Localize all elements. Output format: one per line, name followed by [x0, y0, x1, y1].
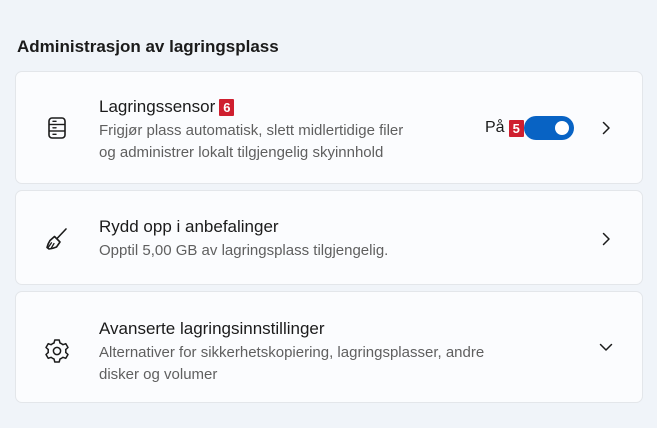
storage-sense-description-line-2: og administrer lokalt tilgjengelig skyin… [99, 144, 384, 161]
shortcut-badge: 6 [219, 98, 235, 116]
chevron-right-icon[interactable] [598, 231, 614, 247]
gear-icon [42, 336, 72, 366]
chevron-down-icon[interactable] [598, 339, 614, 355]
storage-sense-toggle[interactable] [523, 116, 574, 140]
storage-sense-row[interactable]: Lagringssensor 6 Frigjør plass automatis… [15, 71, 643, 184]
advanced-settings-description-line-1: Alternativer for sikkerhetskopiering, la… [99, 344, 485, 361]
storage-sense-description-line-1: Frigjør plass automatisk, slett midlerti… [99, 122, 404, 139]
storage-sense-title: Lagringssensor 6 [99, 96, 403, 118]
advanced-settings-description-line-2: disker og volumer [99, 366, 218, 383]
toggle-knob [554, 121, 569, 135]
cleanup-text: Rydd opp i anbefalinger Opptil 5,00 GB a… [99, 216, 388, 262]
toggle-state-label: På [485, 119, 505, 136]
storage-sense-text: Lagringssensor 6 Frigjør plass automatis… [99, 96, 403, 164]
storage-sense-toggle-area: På 5 [485, 116, 574, 140]
chevron-right-icon[interactable] [598, 120, 614, 136]
advanced-settings-text: Avanserte lagringsinnstillinger Alternat… [99, 318, 484, 386]
cleanup-title: Rydd opp i anbefalinger [99, 217, 279, 236]
hard-drive-icon [42, 113, 72, 143]
section-title: Administrasjon av lagringsplass [17, 37, 279, 56]
storage-sense-title-label: Lagringssensor [99, 97, 216, 116]
cleanup-recommendations-row[interactable]: Rydd opp i anbefalinger Opptil 5,00 GB a… [15, 190, 643, 285]
cleanup-description: Opptil 5,00 GB av lagringsplass tilgjeng… [99, 242, 389, 259]
broom-icon [42, 224, 72, 254]
advanced-storage-settings-row[interactable]: Avanserte lagringsinnstillinger Alternat… [15, 291, 643, 403]
advanced-settings-title: Avanserte lagringsinnstillinger [99, 319, 325, 338]
shortcut-badge: 5 [508, 119, 524, 137]
